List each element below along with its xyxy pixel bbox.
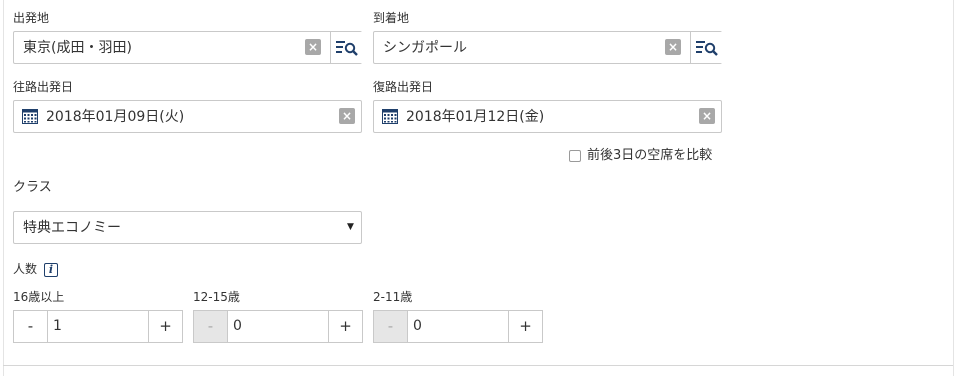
cabin-select[interactable]: 特典エコノミー ▼ <box>13 211 362 244</box>
destination-field[interactable]: シンガポール × <box>373 31 722 64</box>
cabin-value: 特典エコノミー <box>23 220 121 236</box>
origin-clear-icon[interactable]: × <box>305 39 321 55</box>
passengers-label: 人数 <box>13 262 38 276</box>
calendar-icon <box>22 109 38 124</box>
list-search-icon <box>696 41 718 56</box>
origin-search-list-button[interactable] <box>330 32 362 63</box>
adult-decrement-button[interactable]: - <box>13 310 48 343</box>
right-border <box>953 0 954 376</box>
left-border <box>3 0 4 376</box>
adult-count-input[interactable]: 1 <box>47 310 149 343</box>
compare-label[interactable]: 前後3日の空席を比較 <box>587 149 712 163</box>
origin-field[interactable]: 東京(成田・羽田) × <box>13 31 362 64</box>
outbound-label: 往路出発日 <box>13 80 74 94</box>
origin-label: 出発地 <box>13 11 50 25</box>
compare-checkbox[interactable] <box>569 150 581 162</box>
list-search-icon <box>336 41 358 56</box>
child-count-input[interactable]: 0 <box>407 310 509 343</box>
info-icon[interactable]: i <box>44 263 58 277</box>
adult-label: 16歳以上 <box>13 290 65 304</box>
destination-label: 到着地 <box>373 11 410 25</box>
return-clear-icon[interactable]: × <box>699 108 715 124</box>
adult-increment-button[interactable]: + <box>148 310 183 343</box>
origin-value: 東京(成田・羽田) <box>23 40 132 56</box>
destination-value: シンガポール <box>383 40 467 56</box>
cabin-label: クラス <box>13 180 52 195</box>
child-label: 2-11歳 <box>373 290 413 304</box>
dropdown-arrow-icon: ▼ <box>347 222 354 232</box>
youth-label: 12-15歳 <box>193 290 240 304</box>
calendar-icon <box>382 109 398 124</box>
youth-increment-button[interactable]: + <box>328 310 363 343</box>
section-divider <box>3 365 953 366</box>
outbound-date-field[interactable]: 2018年01月09日(火) × <box>13 100 362 133</box>
destination-search-list-button[interactable] <box>690 32 722 63</box>
return-date-value: 2018年01月12日(金) <box>406 109 545 125</box>
youth-decrement-button[interactable]: - <box>193 310 228 343</box>
youth-count-input[interactable]: 0 <box>227 310 329 343</box>
return-date-field[interactable]: 2018年01月12日(金) × <box>373 100 722 133</box>
child-decrement-button[interactable]: - <box>373 310 408 343</box>
child-increment-button[interactable]: + <box>508 310 543 343</box>
destination-clear-icon[interactable]: × <box>665 39 681 55</box>
outbound-date-value: 2018年01月09日(火) <box>46 109 185 125</box>
outbound-clear-icon[interactable]: × <box>339 108 355 124</box>
return-label: 復路出発日 <box>373 80 434 94</box>
